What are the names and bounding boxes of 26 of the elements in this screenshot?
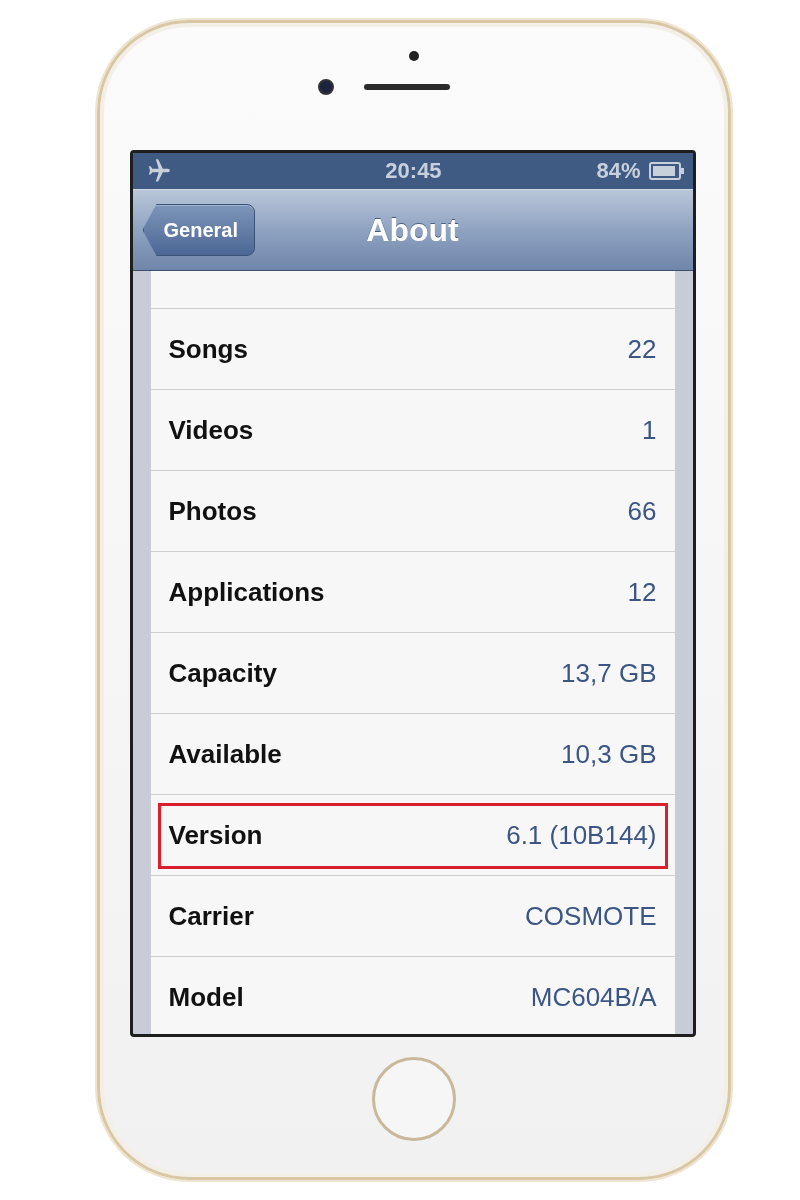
sensor-icon <box>409 51 419 61</box>
camera-icon <box>318 79 334 95</box>
row-value: 66 <box>627 495 657 527</box>
battery-icon <box>648 162 685 180</box>
row-label: Photos <box>168 495 257 527</box>
row-label: Applications <box>168 576 325 608</box>
row-label: Available <box>168 738 282 770</box>
back-button[interactable]: General <box>142 204 255 256</box>
row-value: 1 <box>642 414 657 446</box>
battery-percentage: 84% <box>596 158 641 184</box>
row-value: 10,3 GB <box>561 738 657 770</box>
row-value: 13,7 GB <box>561 657 657 689</box>
row-value: MC604B/A <box>530 981 657 1013</box>
row-label: Capacity <box>168 657 277 689</box>
page-title: About <box>366 211 459 248</box>
row-label: Model <box>168 981 244 1013</box>
row-value: 6.1 (10B144) <box>506 819 657 851</box>
row-label: Version <box>168 819 263 851</box>
row-label: Carrier <box>168 900 254 932</box>
row-value: 12 <box>627 576 657 608</box>
speaker-icon <box>364 84 450 90</box>
row-value: 22 <box>627 333 657 365</box>
row-label: Songs <box>168 333 248 365</box>
row-label: Videos <box>168 414 254 446</box>
row-value: COSMOTE <box>525 900 657 932</box>
status-time: 20:45 <box>384 158 443 184</box>
